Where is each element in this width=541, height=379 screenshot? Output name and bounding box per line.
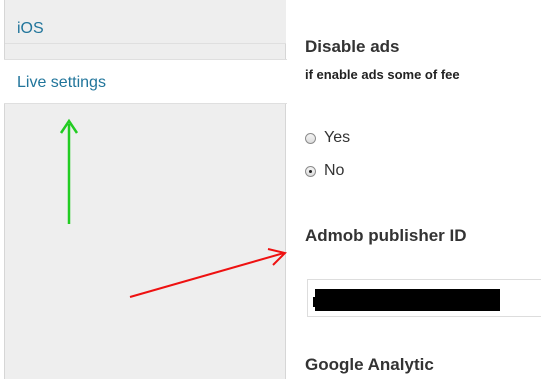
- radio-checked-icon[interactable]: [305, 165, 316, 177]
- disable-ads-yes-label: Yes: [324, 129, 351, 146]
- sidebar-item-live-settings-label: Live settings: [17, 74, 106, 91]
- sidebar-item-ios[interactable]: iOS: [5, 0, 286, 44]
- radio-unchecked-icon[interactable]: [305, 132, 316, 144]
- disable-ads-no-radio[interactable]: No: [305, 161, 344, 181]
- disable-ads-yes-radio[interactable]: Yes: [305, 128, 350, 148]
- page: iOS Live settings Disable ads if enable …: [0, 0, 541, 379]
- redaction-bar: [315, 289, 500, 311]
- sidebar-item-live-settings[interactable]: Live settings: [4, 59, 287, 104]
- disable-ads-title: Disable ads: [305, 37, 400, 56]
- redaction-bar-edge: [313, 297, 323, 307]
- settings-main: Disable ads if enable ads some of fee Ye…: [305, 0, 541, 379]
- disable-ads-description: if enable ads some of fee: [305, 67, 460, 82]
- google-analytics-title: Google Analytic: [305, 355, 434, 374]
- admob-publisher-id-title: Admob publisher ID: [305, 226, 467, 245]
- disable-ads-no-label: No: [324, 162, 345, 179]
- sidebar-item-ios-label: iOS: [17, 20, 44, 37]
- settings-sidebar: iOS Live settings: [4, 0, 287, 379]
